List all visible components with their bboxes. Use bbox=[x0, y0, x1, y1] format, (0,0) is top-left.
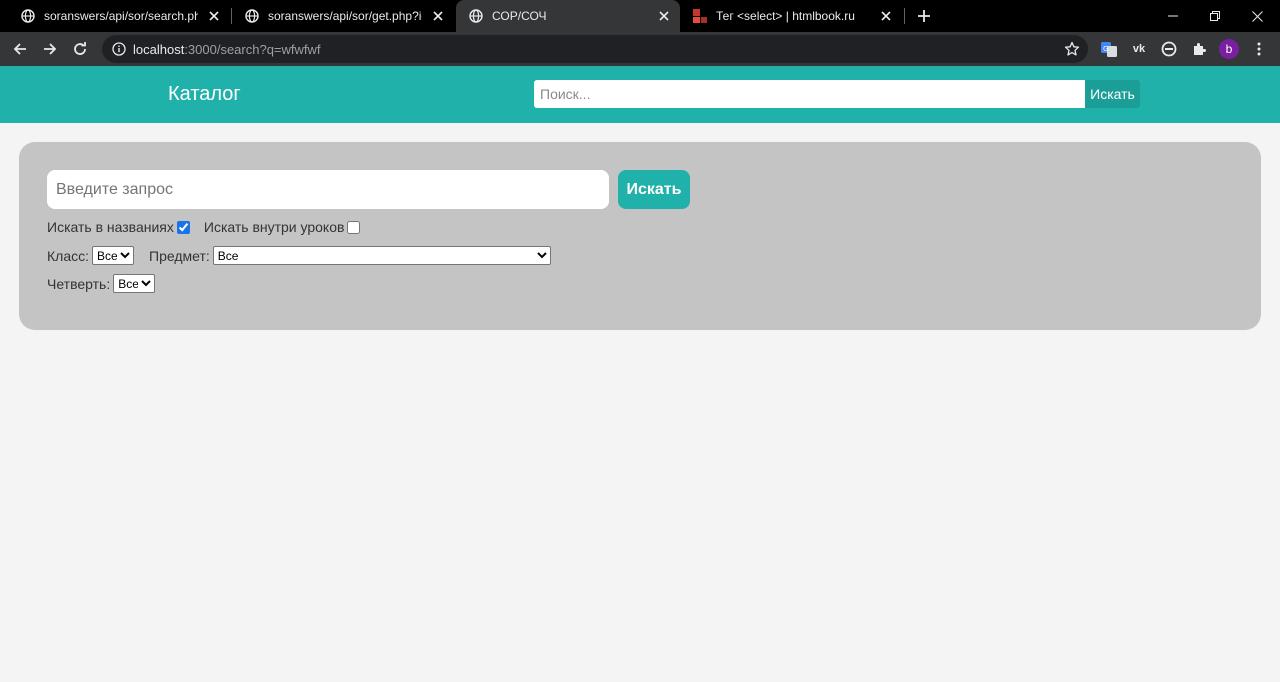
url-text: localhost:3000/search?q=wfwfwf bbox=[133, 42, 321, 57]
new-tab-button[interactable] bbox=[914, 6, 934, 26]
browser-toolbar: localhost:3000/search?q=wfwfwf G vk b bbox=[0, 32, 1280, 66]
browser-tab-sor[interactable]: СОР/СОЧ bbox=[456, 0, 680, 32]
browser-tab-title: Тег <select> | htmlbook.ru bbox=[716, 9, 855, 23]
search-panel: Искать Искать в названиях Искать внутри … bbox=[19, 142, 1261, 330]
browser-tab-title: soranswers/api/sor/get.php?id=1 bbox=[268, 9, 422, 23]
header-search-input[interactable] bbox=[534, 80, 1085, 108]
tab-separator bbox=[904, 8, 905, 24]
browser-tab-title: soranswers/api/sor/search.php?q bbox=[44, 9, 198, 23]
htmlbook-logo-icon bbox=[692, 8, 708, 24]
restore-icon bbox=[1210, 11, 1220, 21]
reload-icon bbox=[74, 42, 86, 55]
google-translate-icon[interactable]: G bbox=[1100, 40, 1118, 58]
reload-button[interactable] bbox=[68, 37, 92, 61]
filter-row: Класс: Все Предмет: Все bbox=[47, 246, 551, 265]
site-logo[interactable]: Каталог bbox=[168, 83, 241, 106]
minimize-icon bbox=[1168, 15, 1178, 17]
browser-tab-htmlbook[interactable]: Тег <select> | htmlbook.ru bbox=[680, 0, 902, 32]
search-in-lessons-label[interactable]: Искать внутри уроков bbox=[204, 219, 345, 235]
browser-tab-title: СОР/СОЧ bbox=[492, 9, 547, 23]
browser-tab-search[interactable]: soranswers/api/sor/search.php?q bbox=[8, 0, 230, 32]
subject-select[interactable]: Все bbox=[212, 246, 551, 265]
globe-icon bbox=[468, 8, 484, 24]
url-path: :3000/search?q=wfwfwf bbox=[184, 41, 321, 57]
quarter-label: Четверть: bbox=[47, 275, 111, 292]
site-header: Каталог Искать bbox=[0, 66, 1280, 123]
browser-tab-bar: soranswers/api/sor/search.php?q soranswe… bbox=[0, 0, 1280, 32]
subject-label: Предмет: bbox=[149, 247, 210, 264]
restore-button[interactable] bbox=[1192, 0, 1238, 32]
close-icon[interactable] bbox=[430, 8, 446, 24]
plus-icon bbox=[918, 10, 930, 22]
globe-icon bbox=[20, 8, 36, 24]
close-icon[interactable] bbox=[878, 8, 894, 24]
close-icon[interactable] bbox=[656, 8, 672, 24]
search-options-row: Искать в названиях Искать внутри уроков bbox=[47, 219, 361, 235]
vk-icon[interactable]: vk bbox=[1130, 40, 1148, 58]
ghostery-icon[interactable] bbox=[1160, 40, 1178, 58]
header-search-button[interactable]: Искать bbox=[1085, 80, 1140, 108]
class-label: Класс: bbox=[47, 247, 89, 264]
url-host: localhost bbox=[133, 41, 185, 57]
close-icon bbox=[1251, 10, 1263, 22]
address-bar[interactable]: localhost:3000/search?q=wfwfwf bbox=[102, 35, 1088, 63]
star-icon[interactable] bbox=[1064, 41, 1080, 57]
info-icon[interactable] bbox=[111, 41, 127, 57]
search-in-titles-label[interactable]: Искать в названиях bbox=[47, 219, 174, 235]
svg-text:G: G bbox=[1103, 45, 1108, 53]
close-icon[interactable] bbox=[206, 8, 222, 24]
globe-icon bbox=[244, 8, 260, 24]
arrow-left-icon bbox=[13, 43, 26, 55]
minimize-button[interactable] bbox=[1150, 0, 1196, 32]
search-in-titles-checkbox[interactable] bbox=[176, 220, 190, 234]
arrow-right-icon bbox=[44, 43, 57, 55]
browser-tab-get[interactable]: soranswers/api/sor/get.php?id=1 bbox=[232, 0, 454, 32]
back-button[interactable] bbox=[8, 37, 32, 61]
quarter-select[interactable]: Все bbox=[113, 274, 156, 293]
search-button[interactable]: Искать bbox=[618, 170, 690, 209]
quarter-row: Четверть: Все bbox=[47, 274, 156, 293]
search-in-lessons-checkbox[interactable] bbox=[347, 220, 361, 234]
forward-button[interactable] bbox=[38, 37, 62, 61]
extensions-puzzle-icon[interactable] bbox=[1190, 40, 1208, 58]
profile-avatar[interactable]: b bbox=[1219, 39, 1239, 59]
class-select[interactable]: Все bbox=[92, 246, 134, 265]
query-input[interactable] bbox=[47, 170, 609, 209]
close-window-button[interactable] bbox=[1234, 0, 1280, 32]
menu-kebab-icon[interactable] bbox=[1250, 40, 1268, 58]
